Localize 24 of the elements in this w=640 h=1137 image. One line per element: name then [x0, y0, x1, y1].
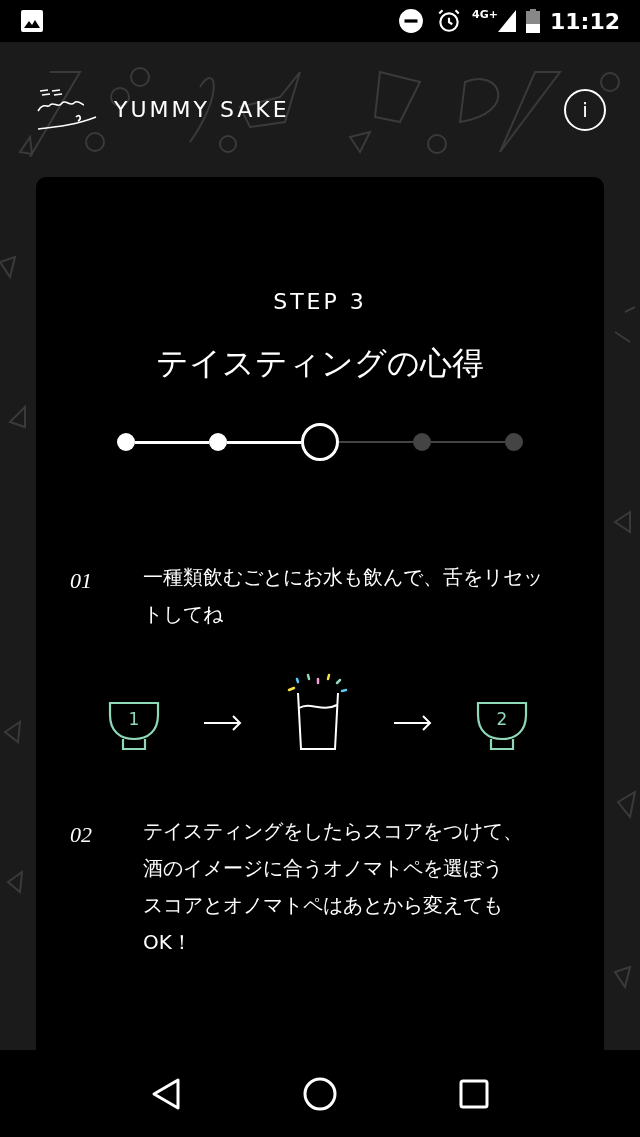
step-label: STEP 3 — [273, 288, 367, 316]
arrow-icon — [204, 715, 242, 731]
tip-text-line: トしてね — [143, 601, 224, 628]
do-not-disturb-icon — [398, 8, 425, 34]
page-title: テイスティングの心得 — [156, 343, 484, 383]
app-name: YUMMY SAKE — [114, 96, 290, 124]
tip-text-line: テイスティングをしたらスコアをつけて、 — [143, 818, 523, 845]
arrow-icon — [394, 715, 432, 731]
clock-time: 11:12 — [549, 7, 620, 36]
battery-icon — [525, 9, 540, 33]
tip-text-line: OK！ — [143, 929, 193, 956]
tip-number: 02 — [69, 821, 93, 849]
image-icon — [20, 9, 44, 33]
signal-icon — [497, 10, 516, 32]
logo-icon — [36, 86, 98, 133]
home-icon[interactable] — [303, 1076, 337, 1111]
recents-icon[interactable] — [459, 1078, 489, 1109]
tip-text-line: スコアとオノマトペはあとから変えても — [143, 892, 504, 919]
info-button[interactable]: i — [564, 88, 606, 131]
tip-text-line: 酒のイメージに合うオノマトペを選ぼう — [143, 855, 504, 882]
network-type: 4G+ — [472, 7, 498, 23]
tip-text-line: 一種類飲むごとにお水も飲んで、舌をリセッ — [143, 564, 543, 591]
tip-number: 01 — [69, 567, 93, 595]
back-icon[interactable] — [151, 1076, 181, 1111]
